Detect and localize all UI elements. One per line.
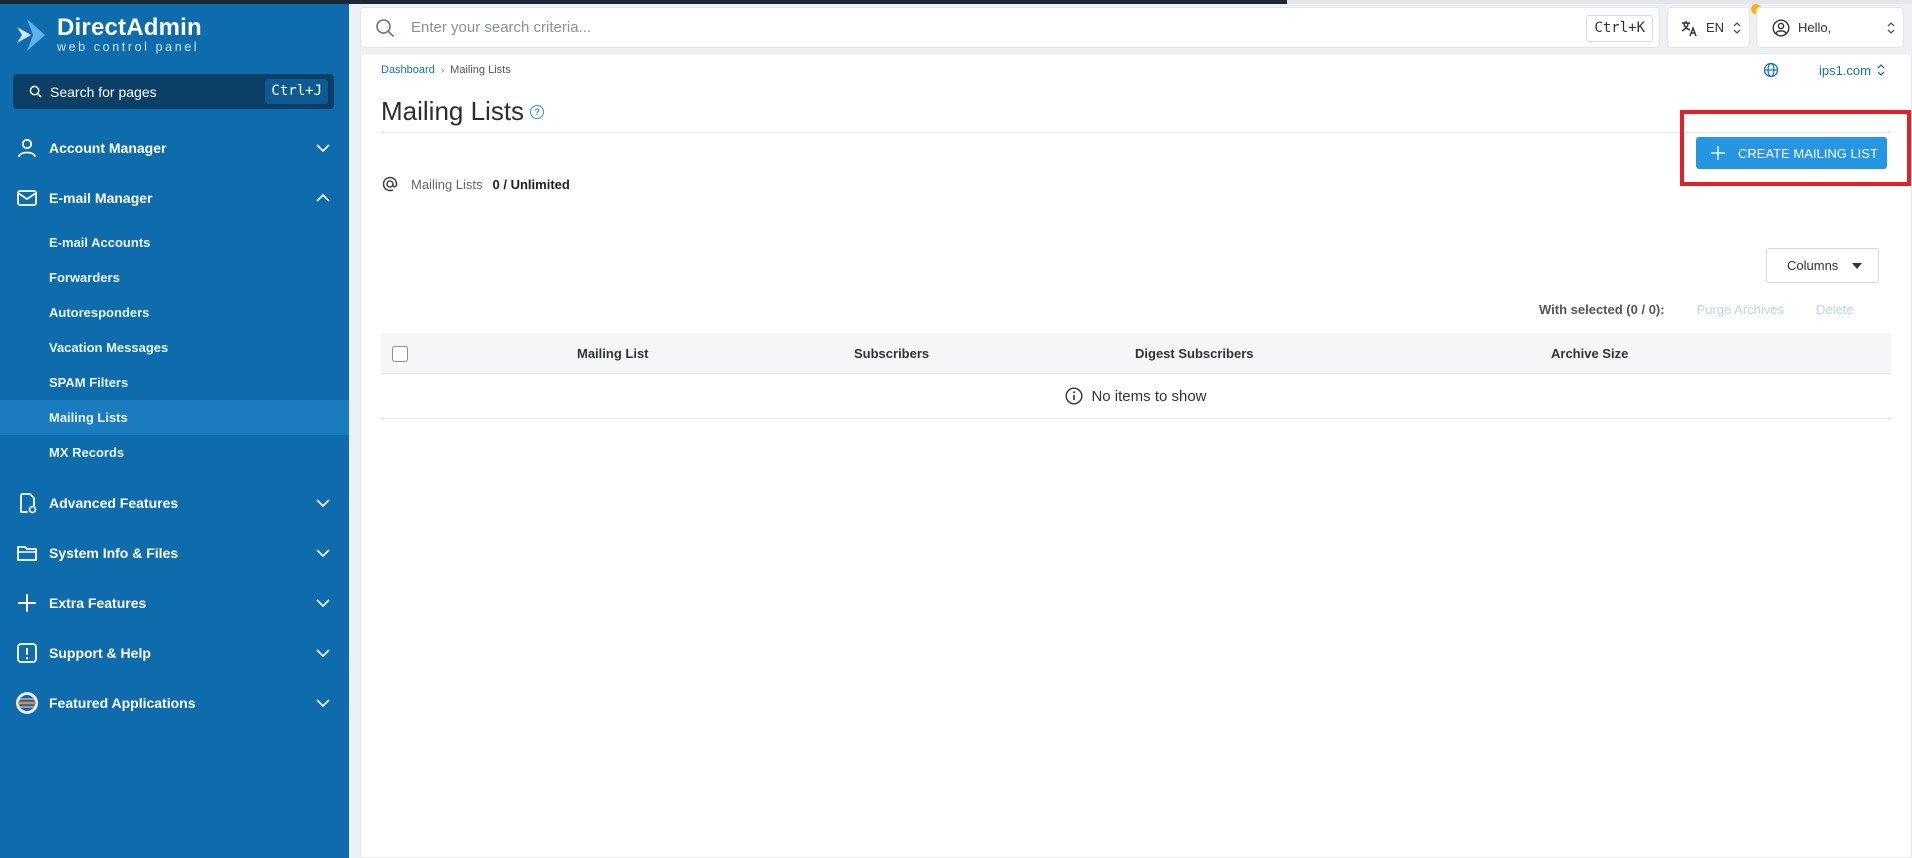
directadmin-logo-icon [17, 18, 45, 51]
sidebar-nav: Account Manager E-mail Manager E-mail Ac… [0, 123, 349, 728]
language-label: EN [1706, 20, 1725, 35]
updown-chevron-icon [1887, 22, 1895, 34]
user-greeting: Hello, [1798, 20, 1832, 35]
chevron-down-icon [316, 699, 330, 708]
chevron-down-icon [316, 144, 330, 153]
sidebar-subitem-vacation-messages[interactable]: Vacation Messages [0, 330, 349, 365]
chevron-down-icon [316, 549, 330, 558]
columns-label: Columns [1787, 258, 1839, 273]
page-search-label: Search for pages [50, 83, 157, 100]
breadcrumb-dashboard-link[interactable]: Dashboard [381, 64, 435, 76]
language-selector[interactable]: EN [1667, 7, 1750, 48]
sidebar-item-label: E-mail Manager [49, 190, 153, 206]
domain-name: ips1.com [1818, 62, 1871, 78]
breadcrumb-current: Mailing Lists [450, 64, 511, 76]
breadcrumb-separator-icon: › [440, 64, 445, 76]
chevron-up-icon [316, 193, 330, 202]
column-header-archive-size[interactable]: Archive Size [1551, 346, 1628, 361]
sidebar-item-label: Support & Help [49, 645, 151, 661]
updown-chevron-icon [1877, 64, 1885, 76]
column-header-subscribers[interactable]: Subscribers [854, 346, 929, 361]
sidebar-subitem-autoresponders[interactable]: Autoresponders [0, 295, 349, 330]
delete-button[interactable]: Delete [1816, 302, 1854, 317]
at-sign-icon [382, 176, 398, 192]
columns-dropdown-button[interactable]: Columns [1766, 248, 1879, 283]
purge-archives-button[interactable]: Purge Archives [1697, 302, 1784, 317]
mailing-lists-usage: Mailing Lists 0 / Unlimited [381, 175, 570, 193]
top-strip [349, 0, 1912, 4]
empty-state: No items to show [381, 374, 1891, 419]
sidebar-subitem-mx-records[interactable]: MX Records [0, 435, 349, 470]
sidebar-subitem-spam-filters[interactable]: SPAM Filters [0, 365, 349, 400]
sidebar-item-support-help[interactable]: Support & Help [0, 628, 349, 678]
sidebar-subitem-mailing-lists[interactable]: Mailing Lists [0, 400, 349, 435]
updown-chevron-icon [1733, 22, 1741, 34]
global-search-placeholder: Enter your search criteria... [411, 19, 592, 36]
sidebar-item-account-manager[interactable]: Account Manager [0, 123, 349, 173]
global-search-shortcut: Ctrl+K [1586, 15, 1653, 42]
sidebar-item-email-manager[interactable]: E-mail Manager [0, 173, 349, 223]
user-menu[interactable]: Hello, [1756, 7, 1904, 48]
chevron-down-icon [316, 599, 330, 608]
empty-message: No items to show [1091, 387, 1207, 405]
brand-subtitle: web control panel [57, 40, 200, 54]
breadcrumb: Dashboard › Mailing Lists [381, 64, 511, 76]
sidebar-item-label: Advanced Features [49, 495, 179, 511]
sidebar-item-label: Account Manager [49, 140, 167, 156]
sidebar-item-system-info-files[interactable]: System Info & Files [0, 528, 349, 578]
user-icon [15, 136, 39, 160]
sidebar-item-advanced-features[interactable]: Advanced Features [0, 478, 349, 528]
sidebar-item-featured-applications[interactable]: Featured Applications [0, 678, 349, 728]
sidebar-top-strip [0, 0, 349, 4]
sidebar-item-extra-features[interactable]: Extra Features [0, 578, 349, 628]
advanced-settings-icon [15, 491, 39, 515]
global-search-input[interactable]: Enter your search criteria... Ctrl+K [360, 7, 1660, 48]
domain-selector[interactable]: ips1.com [1763, 62, 1885, 78]
usage-value: 0 / Unlimited [492, 176, 570, 192]
brand-title: DirectAdmin [57, 14, 202, 41]
sidebar-subitem-email-accounts[interactable]: E-mail Accounts [0, 225, 349, 260]
help-icon[interactable]: ? [530, 104, 545, 119]
page-title: Mailing Lists [381, 96, 525, 126]
translate-icon [1681, 20, 1697, 36]
user-circle-icon [1772, 18, 1790, 37]
sidebar: DirectAdmin web control panel Search for… [0, 0, 349, 858]
email-manager-submenu: E-mail Accounts Forwarders Autoresponder… [0, 223, 349, 478]
column-header-mailing-list[interactable]: Mailing List [577, 346, 649, 361]
sidebar-item-label: Featured Applications [49, 695, 196, 711]
plus-icon [15, 591, 39, 615]
select-all-checkbox[interactable] [392, 346, 408, 362]
folder-icon [15, 541, 39, 565]
alert-icon [15, 641, 39, 665]
page-search-shortcut: Ctrl+J [265, 79, 328, 104]
search-icon [376, 18, 395, 37]
table-header: Mailing List Subscribers Digest Subscrib… [381, 333, 1891, 374]
with-selected-label: With selected (0 / 0): [1539, 302, 1665, 317]
chevron-down-icon [316, 649, 330, 658]
create-button-highlight-box [1680, 110, 1911, 186]
envelope-icon [15, 186, 39, 210]
title-divider [381, 132, 1891, 133]
caret-down-icon [1852, 263, 1862, 269]
bulk-actions: With selected (0 / 0): Purge Archives De… [1539, 302, 1854, 317]
sidebar-item-label: System Info & Files [49, 545, 179, 561]
sidebar-subitem-forwarders[interactable]: Forwarders [0, 260, 349, 295]
info-icon [1065, 387, 1083, 405]
chevron-down-icon [316, 499, 330, 508]
page-search-button[interactable]: Search for pages Ctrl+J [13, 74, 334, 109]
column-header-digest-subscribers[interactable]: Digest Subscribers [1135, 346, 1254, 361]
sidebar-item-label: Extra Features [49, 595, 147, 611]
usage-label: Mailing Lists [411, 176, 483, 192]
globe-icon [1763, 62, 1779, 78]
mailing-lists-table: Mailing List Subscribers Digest Subscrib… [381, 333, 1891, 419]
page-title-row: Mailing Lists ? [381, 96, 545, 127]
brand-logo[interactable]: DirectAdmin web control panel [13, 16, 202, 54]
search-icon [29, 85, 42, 98]
apps-globe-icon [15, 691, 39, 715]
